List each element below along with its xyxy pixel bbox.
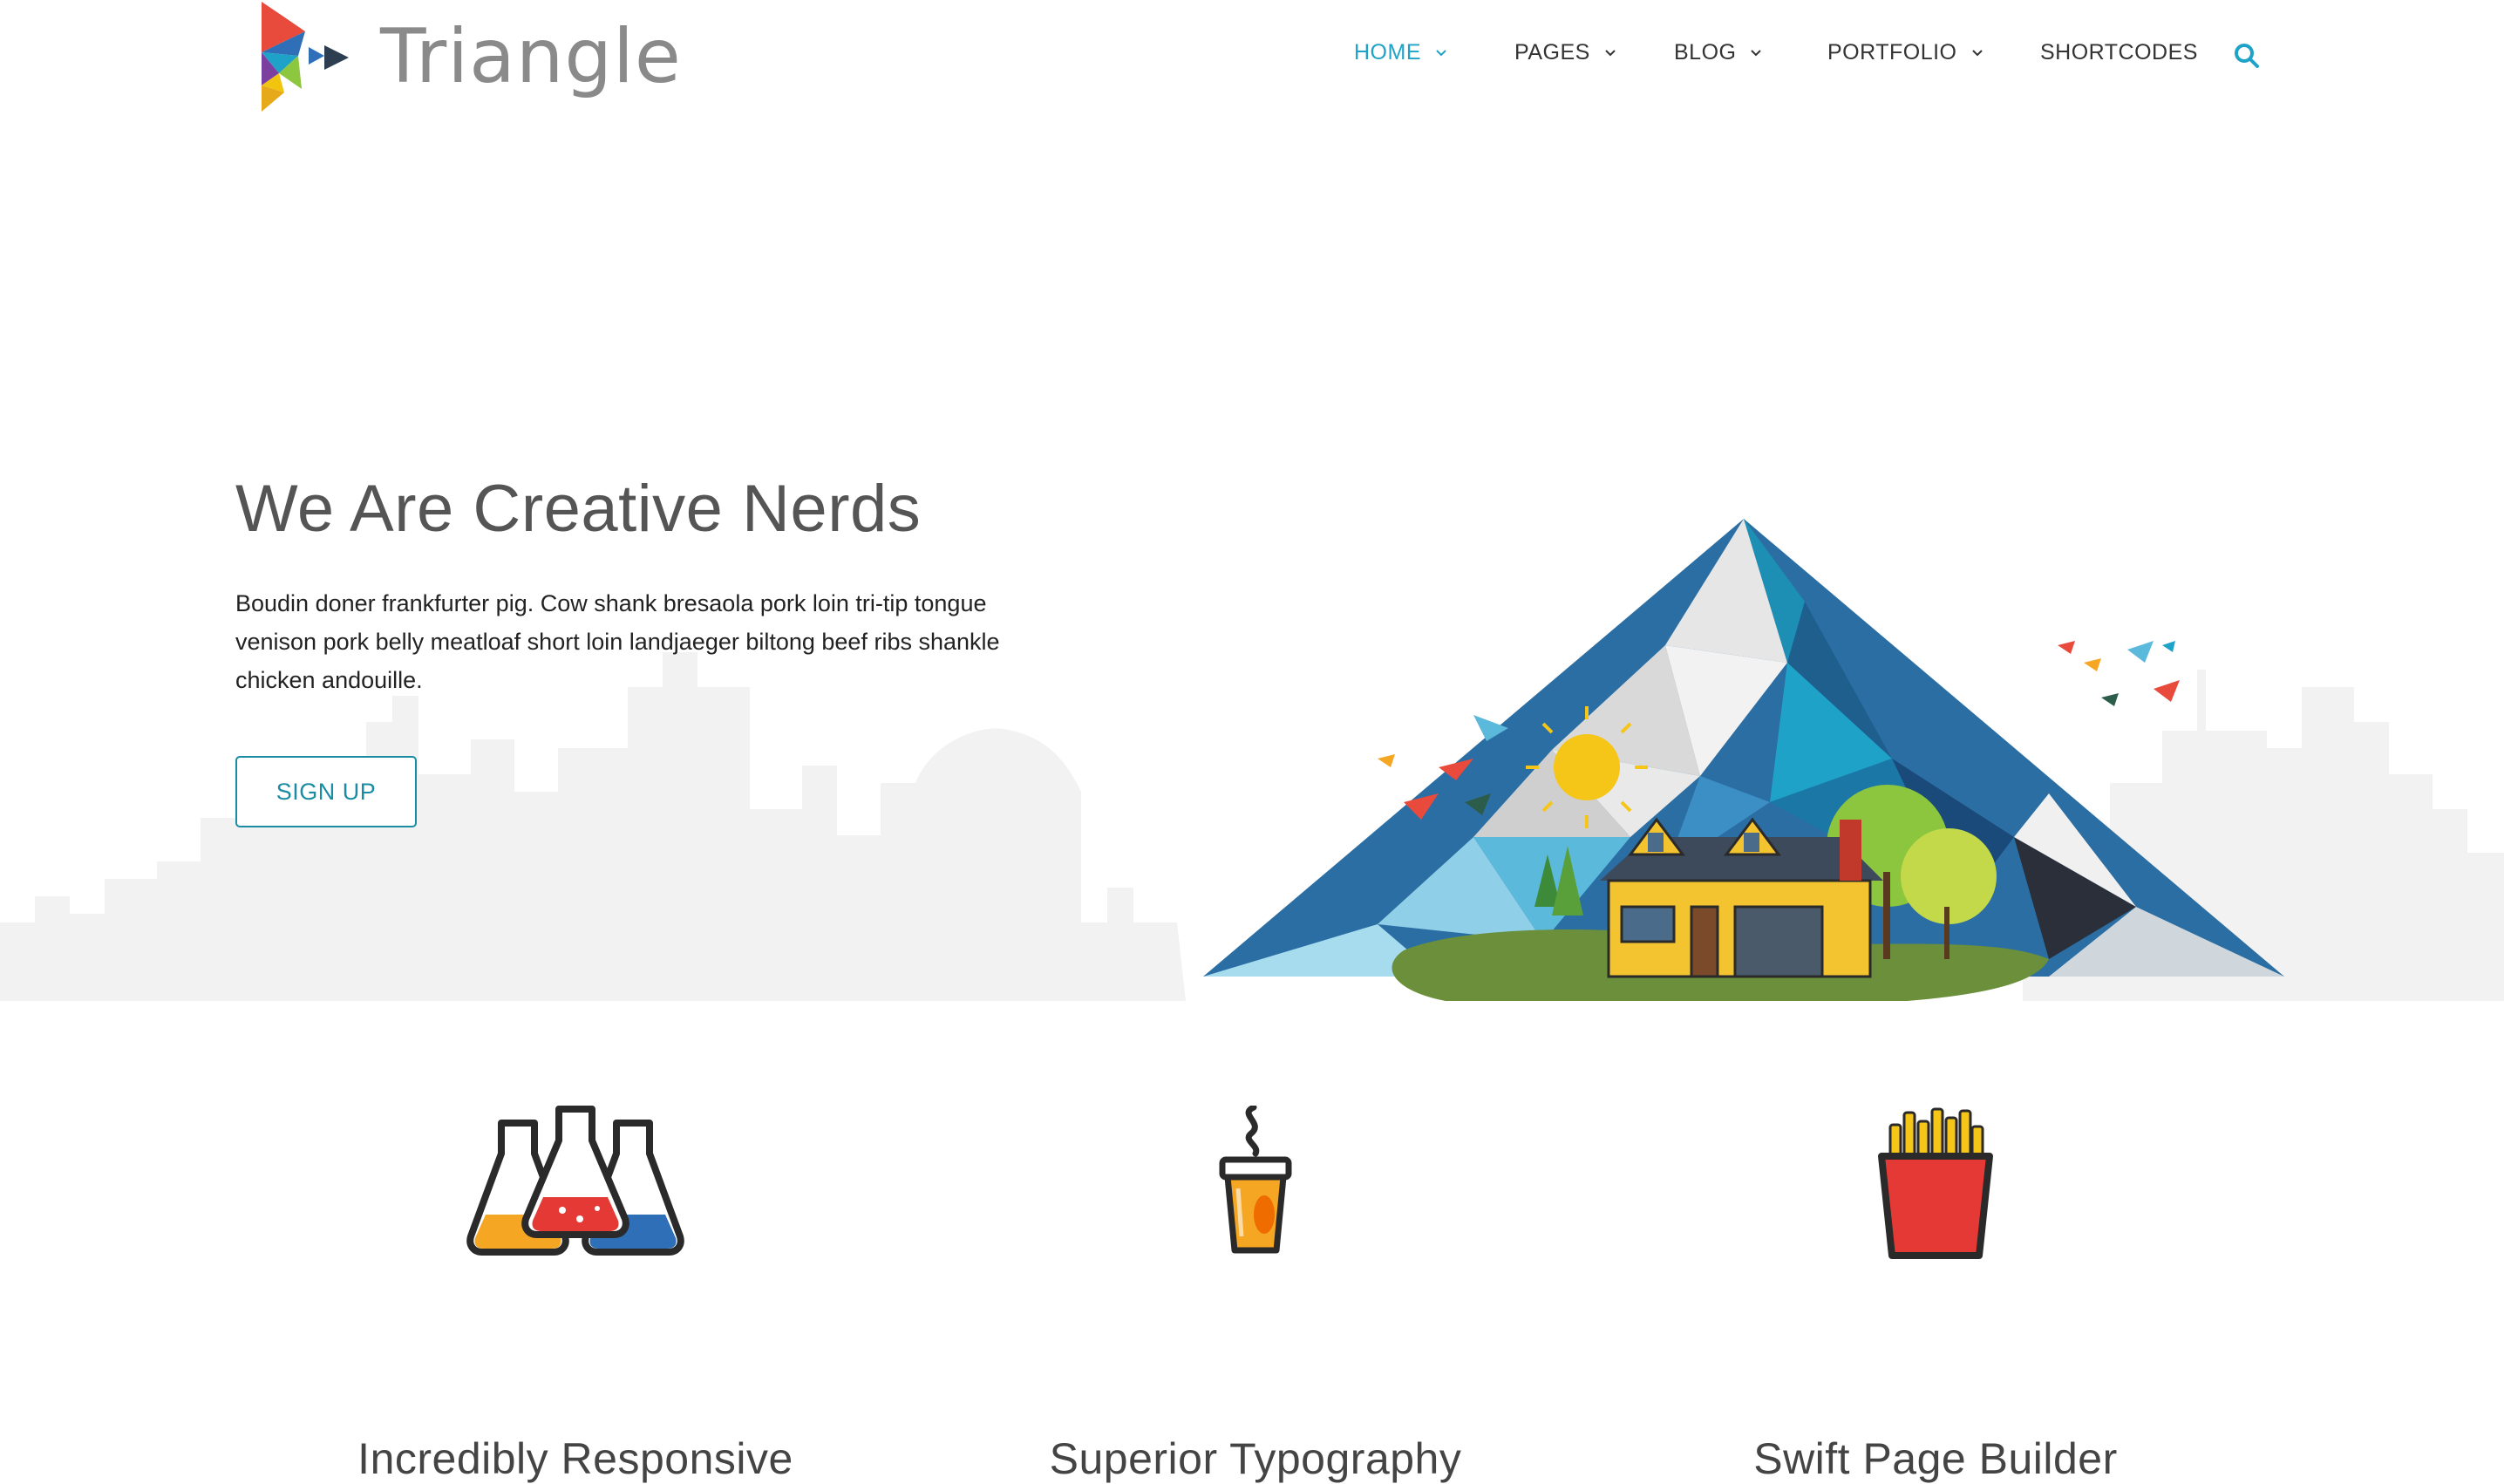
nav-item-label: HOME <box>1354 40 1421 65</box>
feature-title: Superior Typography <box>1049 1434 1462 1483</box>
nav-item-pages[interactable]: PAGES <box>1514 40 1618 65</box>
nav-item-blog[interactable]: BLOG <box>1674 40 1764 65</box>
nav-item-portfolio[interactable]: PORTFOLIO <box>1827 40 1985 65</box>
chevron-down-icon <box>1971 49 1983 56</box>
hero-section: We Are Creative Nerds Boudin doner frank… <box>0 131 2504 1001</box>
search-icon[interactable] <box>2233 42 2261 70</box>
chevron-down-icon <box>1605 49 1616 56</box>
nav-item-label: PORTFOLIO <box>1827 40 1957 65</box>
feature-typography: Superior Typography <box>915 1106 1596 1483</box>
nav-item-label: PAGES <box>1514 40 1590 65</box>
coffee-cup-icon <box>1219 1106 1292 1254</box>
nav-item-home[interactable]: HOME <box>1354 40 1449 65</box>
main-nav: HOME PAGES BLOG PORTFOLIO SHORTCODES <box>0 40 2504 75</box>
chevron-down-icon <box>1436 49 1446 56</box>
sign-up-button[interactable]: SIGN UP <box>235 756 417 827</box>
hero-title: We Are Creative Nerds <box>235 472 922 546</box>
nav-item-label: SHORTCODES <box>2040 40 2198 65</box>
mountain-house-illustration <box>1203 519 2284 1001</box>
flasks-icon <box>466 1106 684 1256</box>
hero-text: Boudin doner frankfurter pig. Cow shank … <box>235 590 1000 693</box>
features-section: Incredibly Responsive Superior Typograph… <box>0 1001 2504 1483</box>
feature-responsive: Incredibly Responsive <box>235 1106 915 1483</box>
fries-icon <box>1878 1107 1993 1259</box>
nav-item-label: BLOG <box>1674 40 1737 65</box>
feature-title: Incredibly Responsive <box>357 1434 793 1483</box>
site-header: Triangle HOME PAGES BLOG PORTFOLIO SHORT… <box>0 0 2504 131</box>
chevron-down-icon <box>1751 49 1762 56</box>
nav-item-shortcodes[interactable]: SHORTCODES <box>2040 40 2198 65</box>
feature-page-builder: Swift Page Builder <box>1596 1106 2276 1483</box>
feature-title: Swift Page Builder <box>1753 1434 2118 1483</box>
